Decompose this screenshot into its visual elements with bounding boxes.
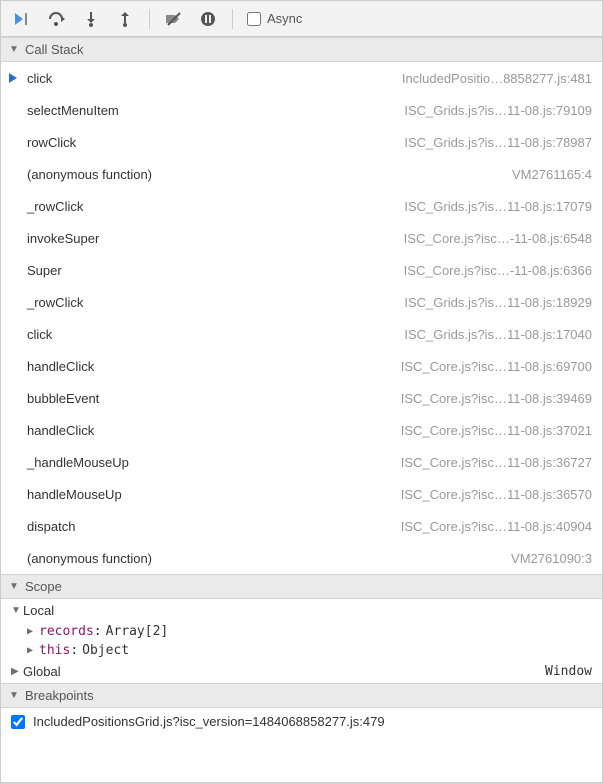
callstack-location: ISC_Grids.js?is…11-08.js:18929: [404, 295, 592, 310]
callstack-location: VM2761165:4: [512, 167, 592, 182]
callstack-location: ISC_Core.js?isc…-11-08.js:6548: [404, 231, 592, 246]
callstack-function: _handleMouseUp: [27, 455, 129, 470]
callstack-location: ISC_Grids.js?is…11-08.js:78987: [404, 135, 592, 150]
callstack-function: click: [27, 327, 52, 342]
callstack-location: IncludedPositio…8858277.js:481: [402, 71, 592, 86]
breakpoint-checkbox[interactable]: [11, 715, 25, 729]
scope-global-label: Global: [23, 664, 61, 679]
property-separator: :: [94, 624, 102, 639]
toolbar-separator: [232, 9, 233, 29]
pause-on-exceptions-button[interactable]: [194, 5, 222, 33]
callstack-function: (anonymous function): [27, 551, 152, 566]
property-name: this: [39, 643, 70, 658]
callstack-frame[interactable]: handleClick ISC_Core.js?isc…11-08.js:6970…: [1, 350, 602, 382]
callstack-frame[interactable]: _rowClick ISC_Grids.js?is…11-08.js:18929: [1, 286, 602, 318]
callstack-location: ISC_Core.js?isc…-11-08.js:6366: [404, 263, 592, 278]
scope-global-type: Window: [545, 664, 592, 679]
callstack-function: handleClick: [27, 423, 94, 438]
callstack-frame[interactable]: _rowClick ISC_Grids.js?is…11-08.js:17079: [1, 190, 602, 222]
callstack-frame[interactable]: _handleMouseUp ISC_Core.js?isc…11-08.js:3…: [1, 446, 602, 478]
step-into-button[interactable]: [77, 5, 105, 33]
expand-icon: ▶: [27, 626, 39, 637]
callstack-frame[interactable]: selectMenuItem ISC_Grids.js?is…11-08.js:7…: [1, 94, 602, 126]
callstack-location: ISC_Core.js?isc…11-08.js:40904: [401, 519, 592, 534]
callstack-function: click: [27, 71, 52, 86]
property-type: Array[2]: [106, 624, 169, 639]
callstack-location: VM2761090:3: [511, 551, 592, 566]
callstack-frame[interactable]: click IncludedPositio…8858277.js:481: [1, 62, 602, 94]
collapse-icon: ▼: [9, 690, 19, 701]
callstack-header[interactable]: ▼ Call Stack: [1, 37, 602, 62]
callstack-function: (anonymous function): [27, 167, 152, 182]
callstack-frame[interactable]: (anonymous function) VM2761090:3: [1, 542, 602, 574]
callstack-location: ISC_Grids.js?is…11-08.js:17040: [404, 327, 592, 342]
property-separator: :: [70, 643, 78, 658]
callstack-function: handleMouseUp: [27, 487, 122, 502]
scope-local[interactable]: ▼ Local: [1, 599, 602, 622]
callstack-function: Super: [27, 263, 62, 278]
callstack-function: bubbleEvent: [27, 391, 99, 406]
breakpoint-label: IncludedPositionsGrid.js?isc_version=148…: [33, 714, 385, 729]
callstack-location: ISC_Core.js?isc…11-08.js:36570: [401, 487, 592, 502]
step-out-button[interactable]: [111, 5, 139, 33]
callstack-function: dispatch: [27, 519, 75, 534]
callstack-frame[interactable]: Super ISC_Core.js?isc…-11-08.js:6366: [1, 254, 602, 286]
debugger-panels: ▼ Call Stack click IncludedPositio…885827…: [1, 37, 602, 782]
callstack-function: invokeSuper: [27, 231, 99, 246]
async-checkbox[interactable]: [247, 12, 261, 26]
callstack-location: ISC_Core.js?isc…11-08.js:37021: [401, 423, 592, 438]
async-toggle[interactable]: Async: [247, 11, 302, 26]
callstack-function: handleClick: [27, 359, 94, 374]
callstack-location: ISC_Grids.js?is…11-08.js:79109: [404, 103, 592, 118]
expand-icon: ▶: [11, 666, 23, 677]
callstack-function: _rowClick: [27, 199, 83, 214]
callstack-function: selectMenuItem: [27, 103, 119, 118]
callstack-frame[interactable]: bubbleEvent ISC_Core.js?isc…11-08.js:3946…: [1, 382, 602, 414]
scope-title: Scope: [25, 579, 62, 594]
callstack-frame[interactable]: handleMouseUp ISC_Core.js?isc…11-08.js:36…: [1, 478, 602, 510]
resume-button[interactable]: [9, 5, 37, 33]
callstack-function: rowClick: [27, 135, 76, 150]
scope-header[interactable]: ▼ Scope: [1, 574, 602, 599]
callstack-frame[interactable]: dispatch ISC_Core.js?isc…11-08.js:40904: [1, 510, 602, 542]
expand-icon: ▼: [11, 605, 23, 616]
callstack-location: ISC_Core.js?isc…11-08.js:69700: [401, 359, 592, 374]
breakpoint-item[interactable]: IncludedPositionsGrid.js?isc_version=148…: [1, 708, 602, 735]
expand-icon: ▶: [27, 645, 39, 656]
breakpoints-header[interactable]: ▼ Breakpoints: [1, 683, 602, 708]
collapse-icon: ▼: [9, 581, 19, 592]
async-label: Async: [267, 11, 302, 26]
callstack-location: ISC_Core.js?isc…11-08.js:39469: [401, 391, 592, 406]
callstack-location: ISC_Core.js?isc…11-08.js:36727: [401, 455, 592, 470]
property-type: Object: [82, 643, 129, 658]
breakpoints-title: Breakpoints: [25, 688, 94, 703]
callstack-frame[interactable]: invokeSuper ISC_Core.js?isc…-11-08.js:654…: [1, 222, 602, 254]
scope-global[interactable]: ▶ Global Window: [1, 660, 602, 683]
callstack-body: click IncludedPositio…8858277.js:481 selec…: [1, 62, 602, 574]
property-name: records: [39, 624, 94, 639]
scope-local-label: Local: [23, 603, 54, 618]
callstack-function: _rowClick: [27, 295, 83, 310]
callstack-location: ISC_Grids.js?is…11-08.js:17079: [404, 199, 592, 214]
callstack-title: Call Stack: [25, 42, 84, 57]
toolbar-separator: [149, 9, 150, 29]
deactivate-breakpoints-button[interactable]: [160, 5, 188, 33]
breakpoints-body: IncludedPositionsGrid.js?isc_version=148…: [1, 708, 602, 735]
scope-property[interactable]: ▶this: Object: [1, 641, 602, 660]
callstack-frame[interactable]: rowClick ISC_Grids.js?is…11-08.js:78987: [1, 126, 602, 158]
callstack-frame[interactable]: (anonymous function) VM2761165:4: [1, 158, 602, 190]
callstack-frame[interactable]: click ISC_Grids.js?is…11-08.js:17040: [1, 318, 602, 350]
debugger-toolbar: Async: [1, 1, 602, 37]
callstack-frame[interactable]: handleClick ISC_Core.js?isc…11-08.js:3702…: [1, 414, 602, 446]
scope-body: ▼ Local ▶records:Array[2]▶this:Object ▶ …: [1, 599, 602, 683]
scope-property[interactable]: ▶records: Array[2]: [1, 622, 602, 641]
step-over-button[interactable]: [43, 5, 71, 33]
collapse-icon: ▼: [9, 44, 19, 55]
